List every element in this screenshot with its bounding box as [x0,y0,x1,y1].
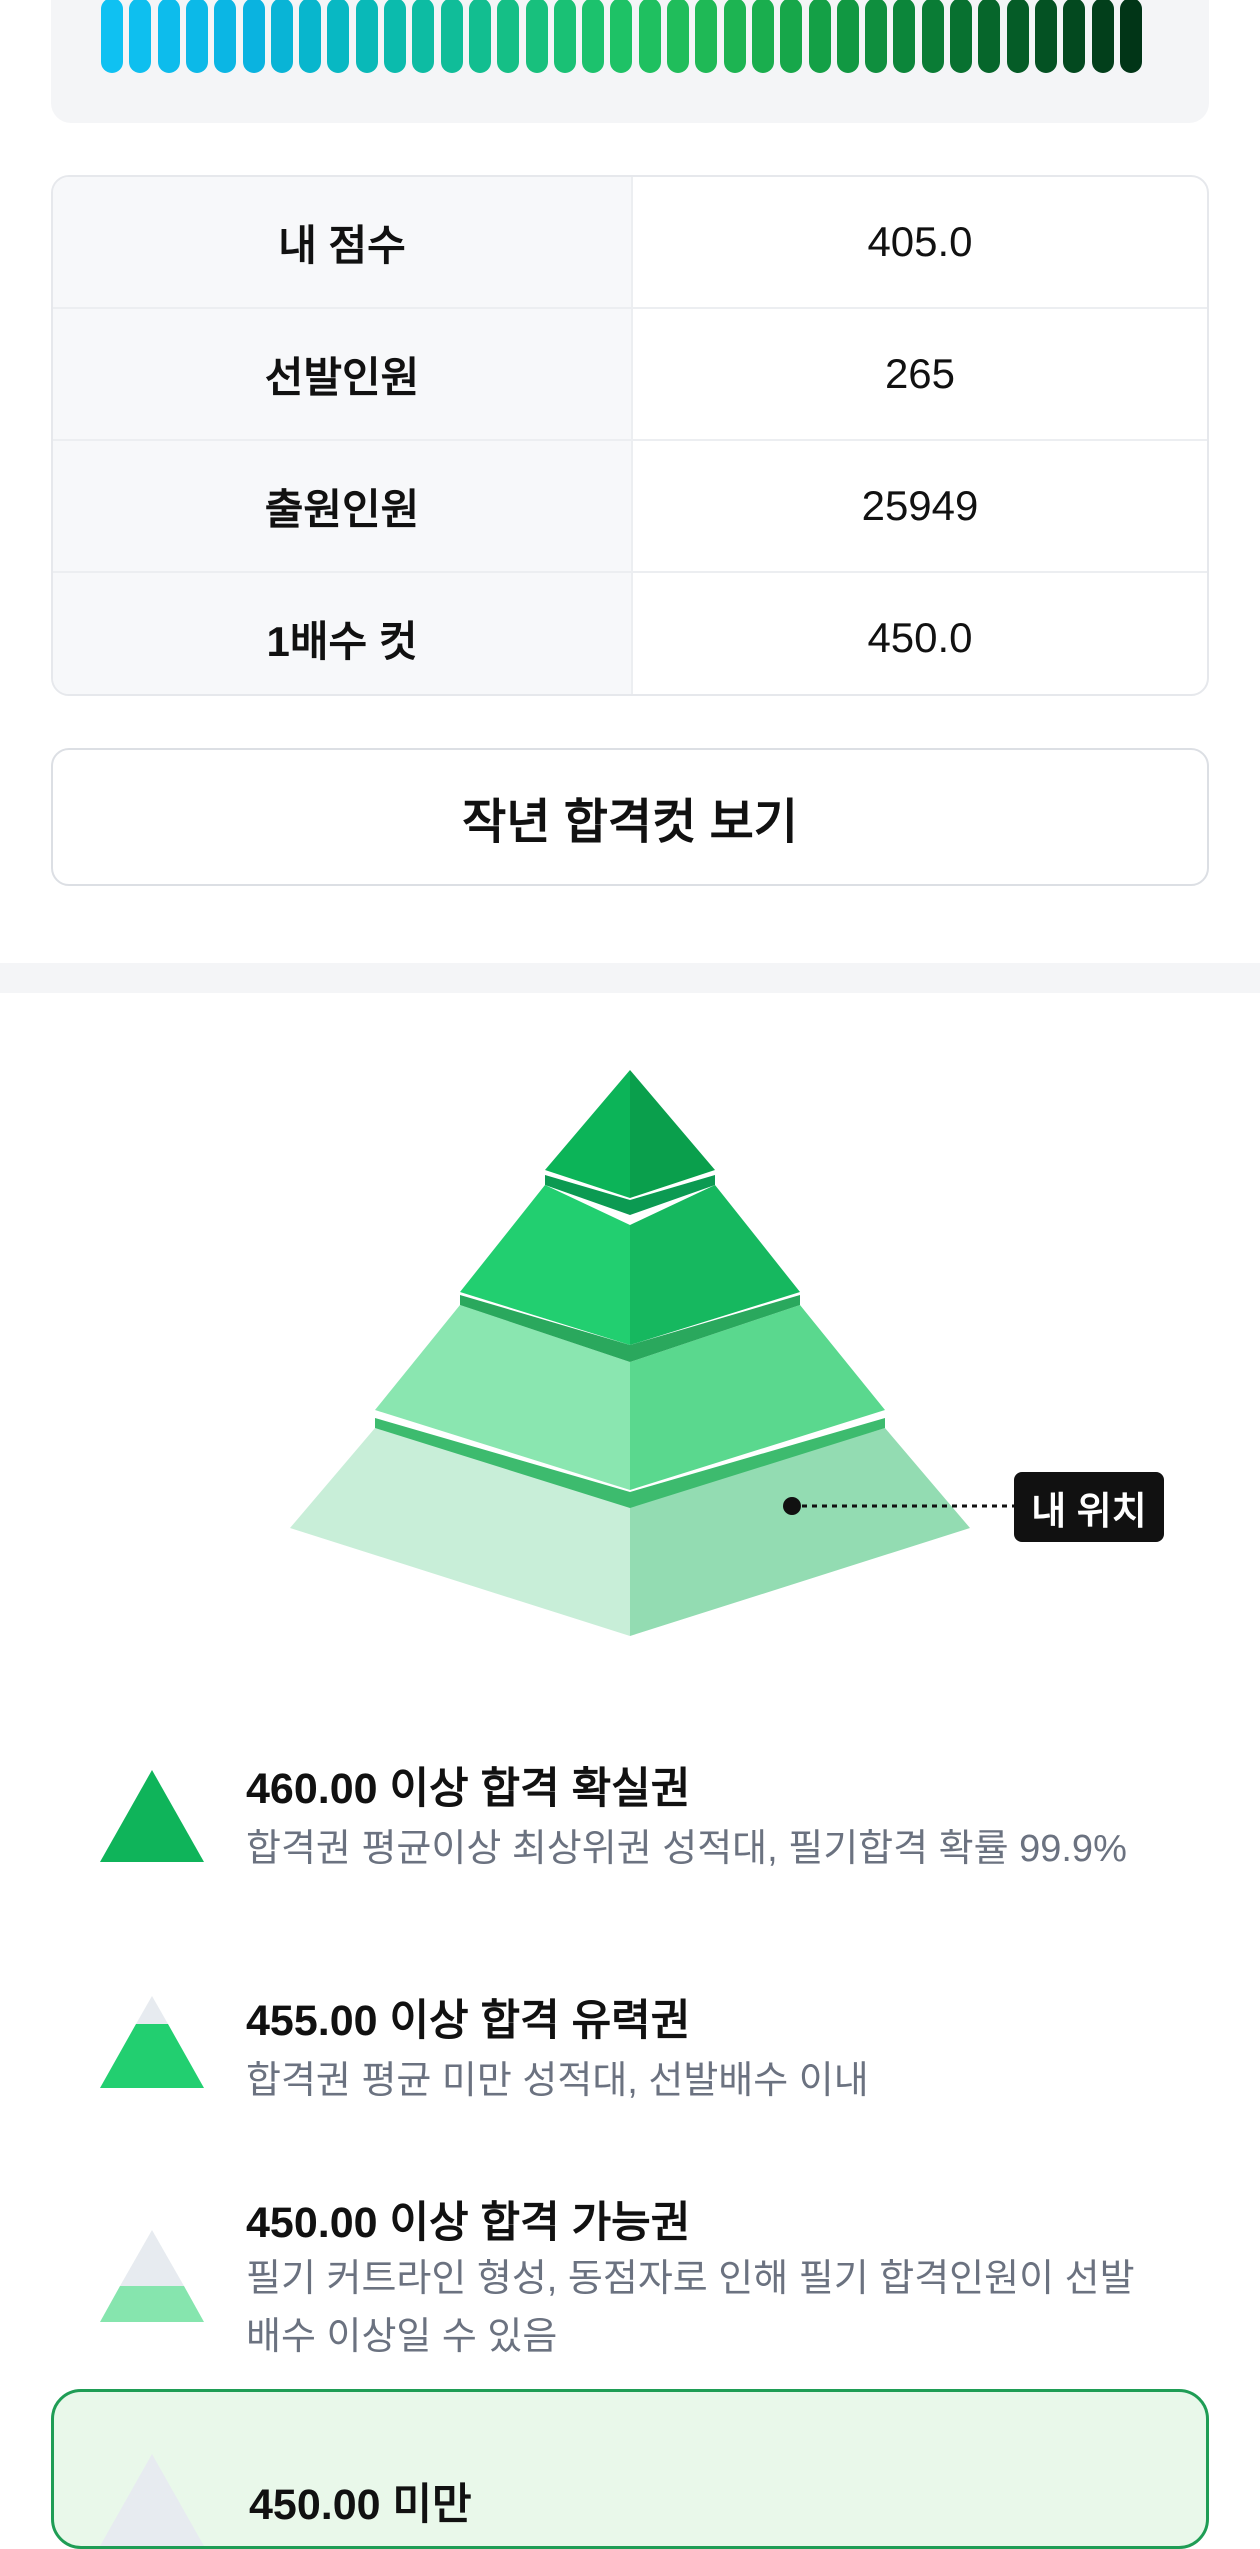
pyramid-tier-bottom-icon [100,2454,204,2546]
pyramid-chart [290,1070,1014,1636]
legend-desc: 합격권 평균 미만 성적대, 선발배수 이내 [246,2060,869,2102]
stats-row-my-score: 내 점수 405.0 [53,177,1207,309]
pyramid-tier-third-icon [100,2230,204,2322]
pyramid-tier-second-icon [100,1996,204,2088]
gauge-bar [185,0,208,73]
stats-label: 출원인원 [53,441,633,571]
stats-value: 405.0 [867,218,973,265]
stats-label: 선발인원 [53,309,633,439]
gauge-bar [1063,0,1086,73]
my-position-tag: 내 위치 [1014,1472,1164,1542]
gauge-bar [751,0,774,73]
gauge-bar [214,0,237,73]
gauge-bar [780,0,803,73]
gauge-bar [695,0,718,73]
stats-row-1x-cut: 1배수 컷 450.0 [53,573,1207,694]
gauge-bar [921,0,944,73]
gauge-bar [525,0,548,73]
gauge-bar [610,0,633,73]
gauge-bar [1119,0,1142,73]
legend-title: 450.00 이상 합격 가능권 [246,2199,691,2247]
stats-value: 25949 [861,482,979,529]
gauge-bar [582,0,605,73]
gauge-bar [1034,0,1057,73]
gauge-bar [129,0,152,73]
gauge-bar [1091,0,1114,73]
stats-table: 내 점수 405.0 선발인원 265 출원인원 25949 1배수 컷 450… [51,175,1209,696]
gauge-bar [440,0,463,73]
stats-row-applicant-count: 출원인원 25949 [53,441,1207,573]
score-gauge-bars [101,0,1151,73]
legend-desc: 필기 커트라인 형성, 동점자로 인해 필기 합격인원이 선발 배수 이상일 수… [246,2258,1135,2358]
gauge-bar [950,0,972,73]
legend-title: 450.00 미만 [249,2481,472,2529]
gauge-bar [808,0,831,73]
gauge-bar [270,0,293,73]
gauge-bar [893,0,916,73]
gauge-bar [468,0,491,73]
score-gauge-card [51,0,1209,123]
gauge-bar [384,0,406,73]
last-year-cut-button[interactable]: 작년 합격컷 보기 [51,748,1209,886]
gauge-bar [667,0,689,73]
gauge-bar [101,0,123,73]
legend-title: 455.00 이상 합격 유력권 [246,1997,691,2045]
gauge-bar [638,0,661,73]
stats-value: 450.0 [867,614,973,661]
pyramid-tier-top-icon [100,1770,204,1862]
gauge-bar [553,0,576,73]
gauge-bar [157,0,180,73]
stats-value: 265 [884,350,956,397]
gauge-bar [412,0,435,73]
stats-row-selection-count: 선발인원 265 [53,309,1207,441]
gauge-bar [836,0,859,73]
gauge-bar [327,0,350,73]
gauge-bar [723,0,746,73]
gauge-bar [355,0,378,73]
legend-title: 460.00 이상 합격 확실권 [246,1765,691,1813]
gauge-bar [1006,0,1029,73]
gauge-bar [299,0,322,73]
gauge-bar [865,0,888,73]
gauge-bar [978,0,1001,73]
legend-desc: 합격권 평균이상 최상위권 성적대, 필기합격 확률 99.9% [246,1828,1127,1870]
stats-label: 1배수 컷 [53,573,633,694]
legend-item-below-cut: 450.00 미만 [51,2389,1209,2549]
section-divider [0,963,1260,993]
gauge-bar [242,0,265,73]
gauge-bar [497,0,520,73]
stats-label: 내 점수 [53,177,633,307]
